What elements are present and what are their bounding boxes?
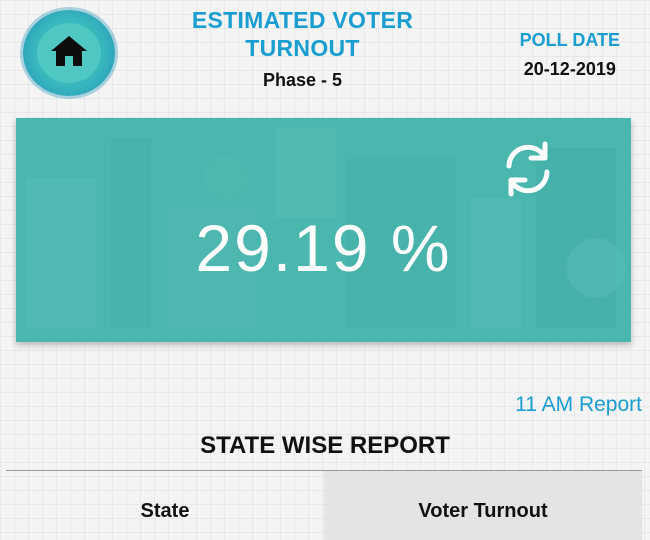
column-header-voter-turnout[interactable]: Voter Turnout [324,471,642,540]
refresh-button[interactable] [495,138,561,204]
home-button[interactable] [23,10,115,96]
poll-date-block: POLL DATE 20-12-2019 [520,30,620,80]
home-icon [50,34,88,73]
page-title: ESTIMATED VOTER TURNOUT [191,7,414,61]
phase-label: Phase - 5 [262,70,343,90]
column-header-state[interactable]: State [6,471,324,540]
poll-date-label: POLL DATE [519,30,620,50]
report-time-link[interactable]: 11 AM Report [515,393,642,417]
refresh-icon [497,138,559,205]
state-wise-report-title: STATE WISE REPORT [200,432,450,459]
header-title-block: ESTIMATED VOTER TURNOUT Phase - 5 [150,6,455,91]
turnout-card: 29.19 % [16,118,631,342]
poll-date-value: 20-12-2019 [523,59,616,79]
turnout-percentage: 29.19 % [195,211,452,285]
state-table-header: State Voter Turnout [6,471,642,540]
